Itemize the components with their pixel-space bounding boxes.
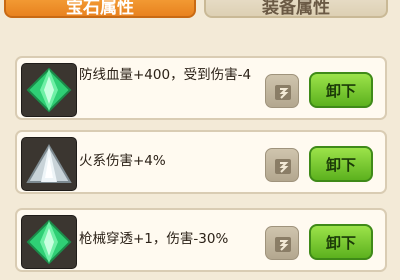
green-diamond-gem-icon [21, 215, 77, 269]
gem-description: 火系伤害+4% [79, 153, 166, 169]
lock-icon [275, 85, 291, 100]
lock-button[interactable] [265, 74, 299, 108]
gem-row: 防线血量+400，受到伤害-4 卸下 [15, 56, 387, 120]
gem-description: 防线血量+400，受到伤害-4 [79, 67, 252, 83]
unequip-button[interactable]: 卸下 [309, 224, 373, 260]
gem-row: 火系伤害+4% 卸下 [15, 130, 387, 194]
lock-button[interactable] [265, 148, 299, 182]
gem-row: 枪械穿透+1，伤害-30% 卸下 [15, 208, 387, 272]
tab-gem-attributes[interactable]: 宝石属性 [4, 0, 196, 18]
gem-description: 枪械穿透+1，伤害-30% [79, 231, 229, 247]
lock-icon [275, 237, 291, 252]
unequip-button[interactable]: 卸下 [309, 146, 373, 182]
unequip-button[interactable]: 卸下 [309, 72, 373, 108]
tab-bar: 宝石属性 装备属性 [0, 0, 400, 20]
lock-button[interactable] [265, 226, 299, 260]
lock-icon [275, 159, 291, 174]
white-triangle-gem-icon [21, 137, 77, 191]
tab-equipment-attributes[interactable]: 装备属性 [204, 0, 388, 18]
green-diamond-gem-icon [21, 63, 77, 117]
